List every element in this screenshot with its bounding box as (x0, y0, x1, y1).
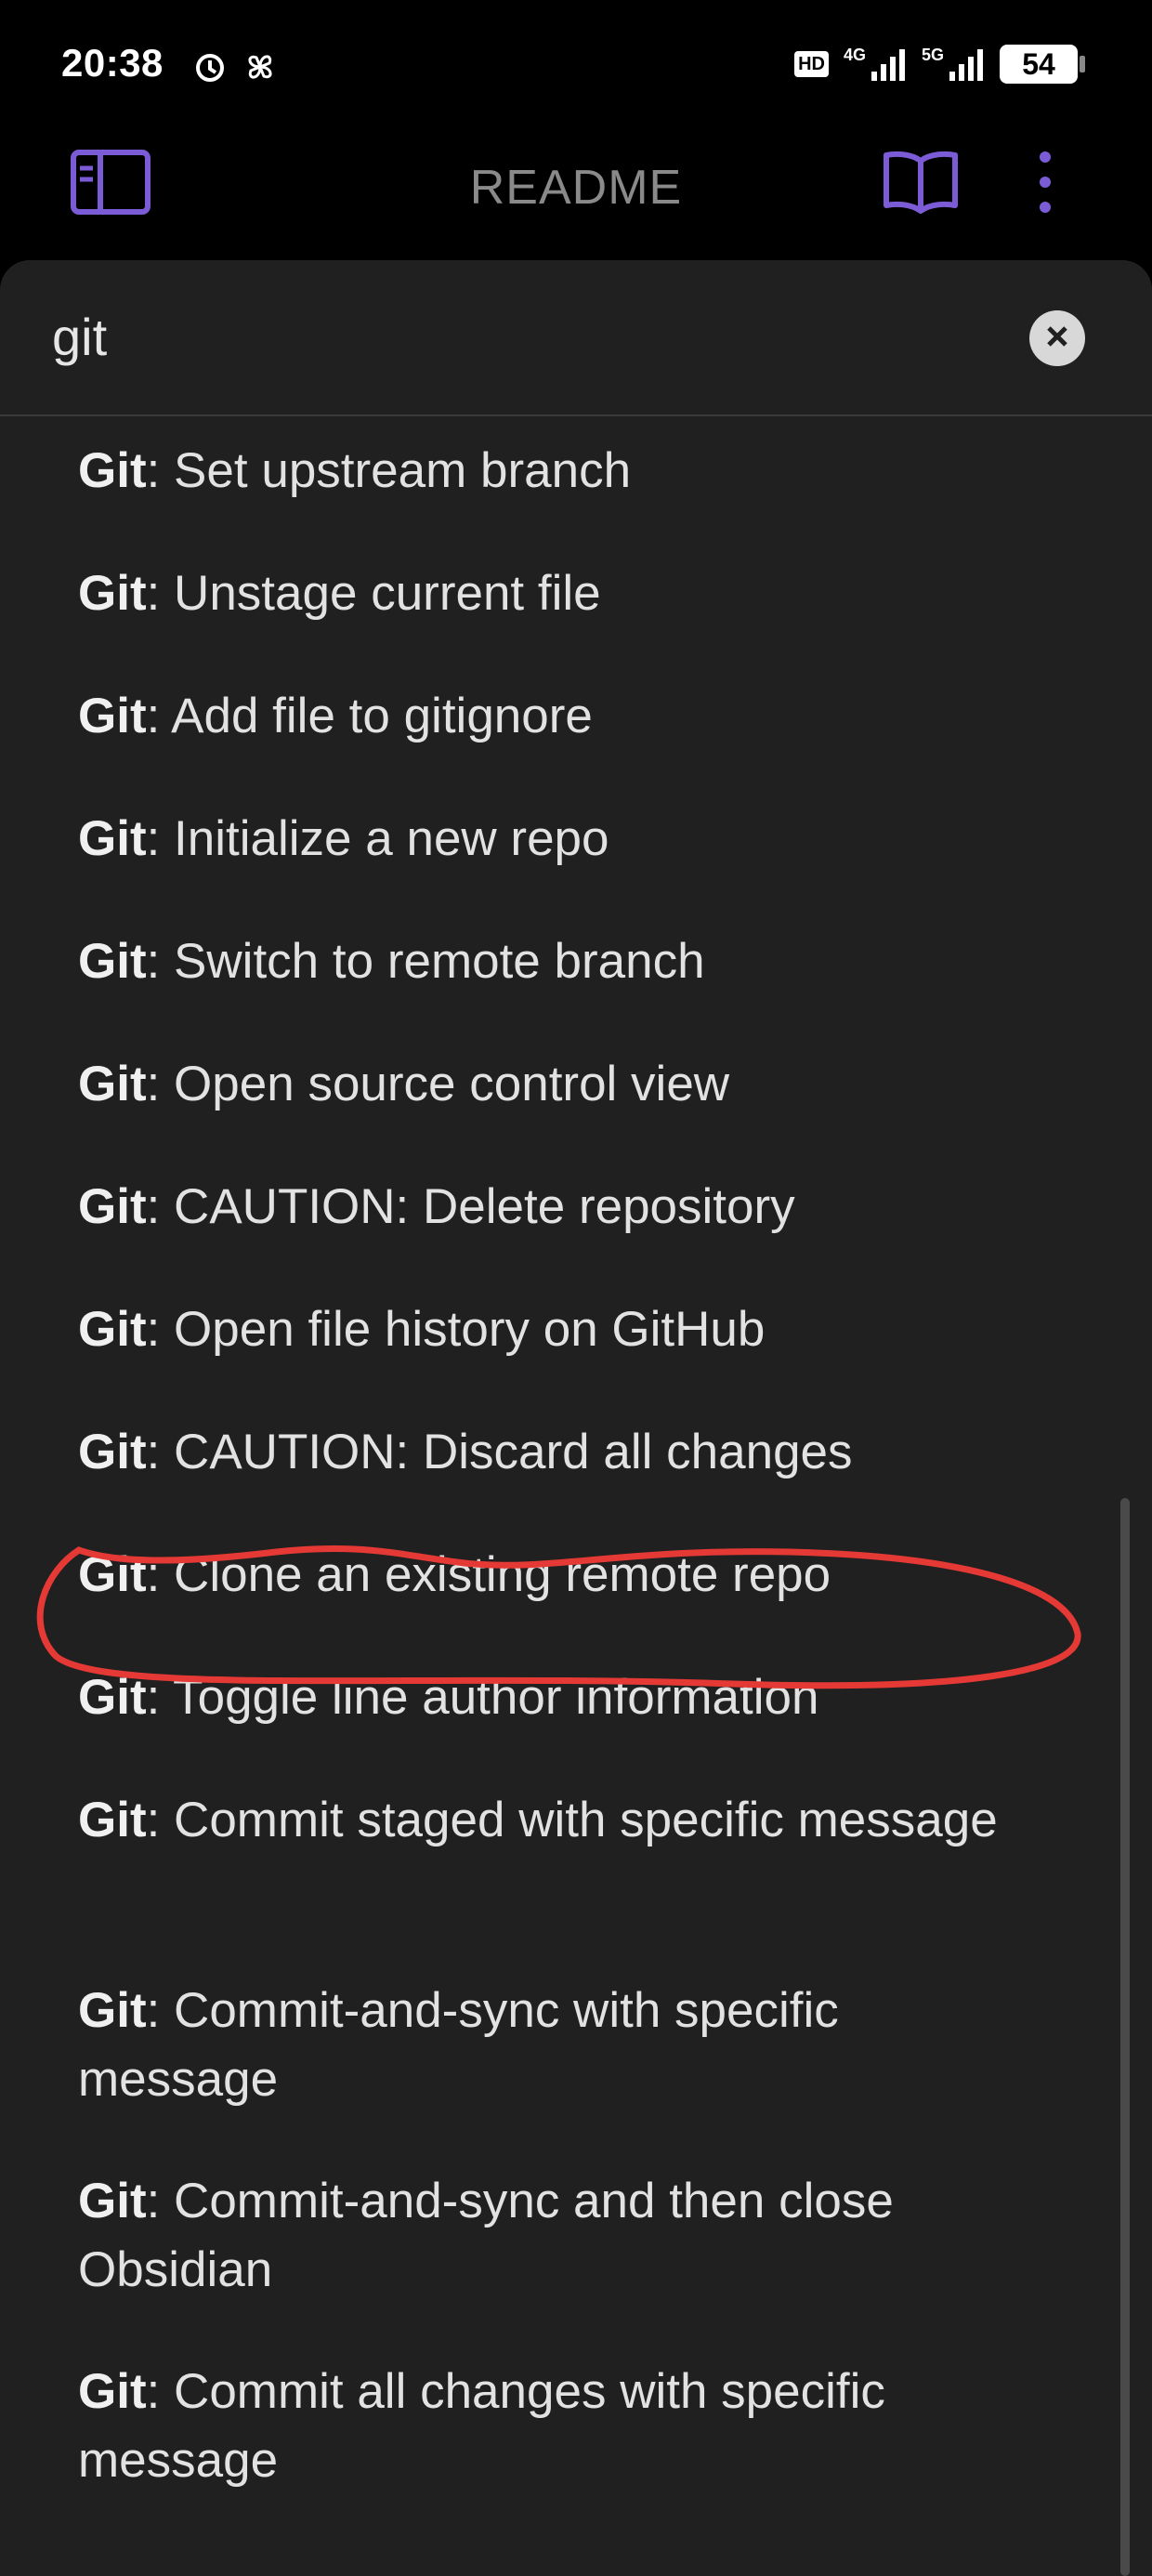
command-item[interactable]: Git: Unstage current file (0, 559, 1078, 628)
signal-4g-icon: 4G (844, 46, 907, 83)
close-icon (1043, 322, 1071, 355)
status-bar: 20:38 HD 4G 5G 54 (0, 0, 1152, 130)
status-notification-icons (191, 48, 279, 90)
command-label: : Initialize a new repo (146, 811, 609, 866)
hd-badge: HD (794, 51, 829, 77)
command-item[interactable]: Git: Toggle line author information (0, 1663, 1078, 1732)
battery-level: 54 (1022, 46, 1055, 81)
clear-search-button[interactable] (1029, 310, 1085, 366)
command-prefix: Git (78, 689, 147, 743)
command-prefix: Git (78, 1302, 147, 1357)
net2-label: 5G (921, 46, 944, 64)
command-label: : Commit-and-sync and then close Obsidia… (78, 2174, 894, 2297)
search-row (0, 260, 1152, 416)
command-label: : Set upstream branch (146, 443, 632, 498)
command-prefix: Git (78, 566, 147, 621)
command-label: : Commit-and-sync with specific message (78, 1983, 839, 2107)
alarm-icon (191, 48, 229, 90)
command-item[interactable]: Git: CAUTION: Delete repository (0, 1173, 1078, 1242)
command-prefix: Git (78, 1793, 147, 1847)
app-header: README (0, 130, 1152, 260)
book-open-icon (883, 148, 959, 221)
command-label: : CAUTION: Delete repository (146, 1179, 795, 1234)
search-input[interactable] (52, 299, 981, 374)
status-system-icons: HD 4G 5G 54 (794, 45, 1085, 84)
command-item[interactable]: Git: Open file history on GitHub (0, 1295, 1078, 1364)
command-label: : CAUTION: Discard all changes (146, 1425, 853, 1479)
reading-view-button[interactable] (879, 147, 962, 221)
more-options-button[interactable] (1022, 147, 1068, 221)
command-prefix: Git (78, 1670, 147, 1725)
command-item[interactable]: Git: Commit-and-sync with specific messa… (0, 1977, 1078, 2114)
command-item[interactable]: Git: Initialize a new repo (0, 805, 1078, 874)
command-item[interactable]: Git: Open source control view (0, 1050, 1078, 1119)
command-label: : Add file to gitignore (146, 689, 593, 743)
command-prefix: Git (78, 1057, 147, 1111)
command-item[interactable]: Git: CAUTION: Discard all changes (0, 1418, 1078, 1487)
command-label: : Unstage current file (146, 566, 601, 621)
command-label: : Toggle line author information (146, 1670, 819, 1725)
command-prefix: Git (78, 2364, 147, 2419)
command-label: : Open source control view (146, 1057, 730, 1111)
command-prefix: Git (78, 1425, 147, 1479)
status-time: 20:38 (61, 41, 164, 85)
command-prefix: Git (78, 443, 147, 498)
command-label: : Commit staged with specific message (146, 1793, 998, 1847)
page-title: README (469, 161, 683, 215)
command-item[interactable]: Git: Clone an existing remote repo (0, 1541, 1078, 1610)
command-palette: Git: Set upstream branchGit: Unstage cur… (0, 260, 1152, 2576)
command-prefix: Git (78, 811, 147, 866)
command-label: : Switch to remote branch (146, 934, 705, 989)
command-label: : Open file history on GitHub (146, 1302, 766, 1357)
more-vertical-icon (1036, 150, 1054, 219)
signal-5g-icon: 5G (922, 46, 985, 83)
command-prefix: Git (78, 1547, 147, 1602)
command-item[interactable]: Git: Commit all changes with specific me… (0, 2358, 1078, 2495)
pinwheel-icon (242, 48, 279, 90)
command-item[interactable]: Git: Commit-and-sync and then close Obsi… (0, 2167, 1078, 2305)
command-label: : Clone an existing remote repo (146, 1547, 831, 1602)
net1-label: 4G (843, 46, 866, 64)
command-item[interactable]: Git: Add file to gitignore (0, 682, 1078, 751)
command-prefix: Git (78, 1983, 147, 2038)
command-label: : Commit all changes with specific messa… (78, 2364, 885, 2488)
command-item[interactable]: Git: Set upstream branch (0, 437, 1078, 506)
command-prefix: Git (78, 1179, 147, 1234)
command-prefix: Git (78, 2174, 147, 2228)
command-item[interactable]: Git: Switch to remote branch (0, 927, 1078, 996)
scrollbar[interactable] (1120, 1498, 1130, 2576)
battery-icon: 54 (1000, 45, 1085, 84)
command-item[interactable]: Git: Commit staged with specific message (0, 1786, 1078, 1855)
command-prefix: Git (78, 934, 147, 989)
